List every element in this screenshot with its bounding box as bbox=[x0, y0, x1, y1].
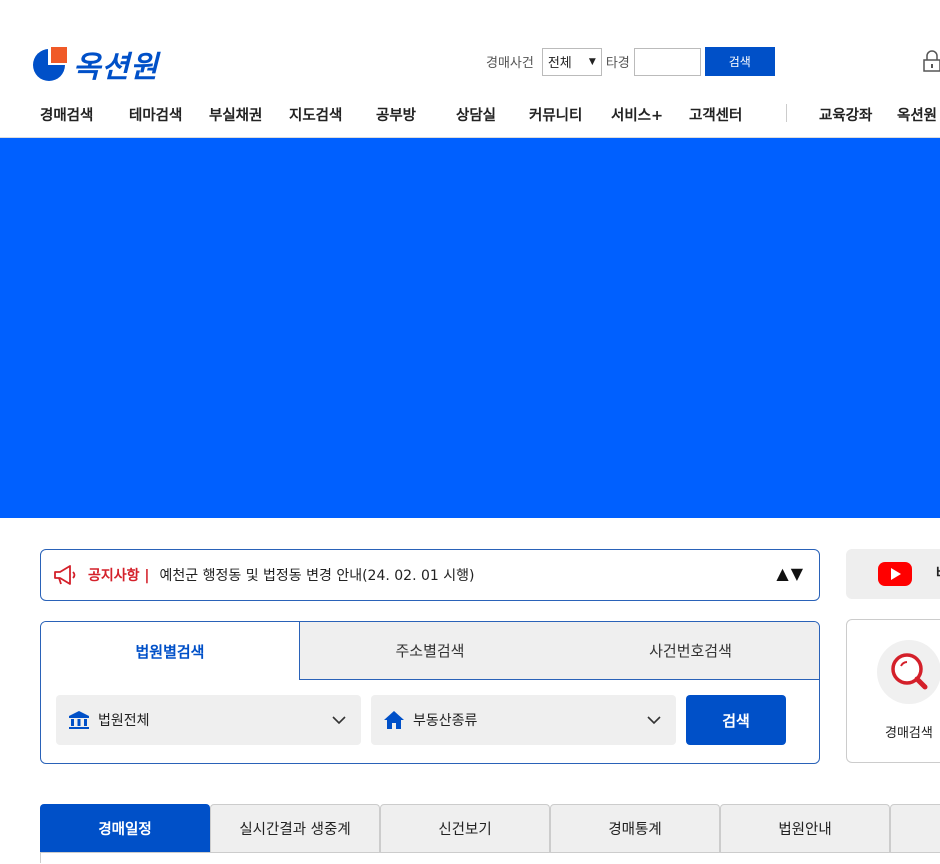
nav-item-auction-search[interactable]: 경매검색 bbox=[40, 104, 93, 125]
nav-item-community[interactable]: 커뮤니티 bbox=[529, 104, 582, 125]
nav-item-customer-center[interactable]: 고객센터 bbox=[689, 104, 742, 125]
tab-court-info[interactable]: 법원안내 bbox=[720, 804, 890, 852]
logo[interactable]: 옥션원 bbox=[33, 46, 159, 85]
nav-item-map-search[interactable]: 지도검색 bbox=[289, 104, 342, 125]
court-dropdown-label: 법원전체 bbox=[98, 713, 150, 729]
property-type-dropdown[interactable]: 부동산종류 bbox=[371, 695, 676, 745]
youtube-label: 버 bbox=[936, 563, 940, 583]
chevron-down-icon bbox=[647, 716, 661, 725]
chevron-down-icon bbox=[332, 716, 346, 725]
court-select[interactable]: 전체 ▼ bbox=[541, 47, 602, 76]
tab-new-cases[interactable]: 신건보기 bbox=[380, 804, 550, 852]
notice-title: 공지사항 | bbox=[88, 568, 150, 584]
case-search-label: 경매사건 bbox=[486, 56, 534, 71]
tab-auction-stats[interactable]: 경매통계 bbox=[550, 804, 720, 852]
quick-search-circle bbox=[877, 640, 940, 704]
notice-bar[interactable]: 공지사항 | 예천군 행정동 및 법정동 변경 안내(24. 02. 01 시행… bbox=[40, 549, 820, 601]
nav-item-consult[interactable]: 상담실 bbox=[456, 104, 496, 125]
tab-court-search[interactable]: 법원별검색 bbox=[41, 622, 300, 680]
bottom-tabs-divider bbox=[40, 852, 940, 853]
nav-item-npl[interactable]: 부실채권 bbox=[209, 104, 262, 125]
bottom-tabs: 경매일정 실시간결과 생중계 신건보기 경매통계 법원안내 bbox=[40, 804, 940, 864]
tab-more[interactable] bbox=[890, 804, 940, 852]
dropdown-arrow-icon: ▼ bbox=[588, 56, 596, 67]
case-number-input[interactable] bbox=[633, 47, 701, 76]
nav-item-service-plus[interactable]: 서비스+ bbox=[611, 104, 663, 125]
youtube-link[interactable]: 버 bbox=[846, 549, 940, 599]
notice-nav-arrows-icon[interactable]: ▲▼ bbox=[776, 564, 805, 583]
main-banner[interactable] bbox=[0, 138, 940, 518]
nav-item-education[interactable]: 교육강좌 bbox=[819, 104, 872, 125]
case-type-label: 타경 bbox=[605, 56, 630, 71]
main-nav: 경매검색 테마검색 부실채권 지도검색 공부방 상담실 커뮤니티 서비스+ 고객… bbox=[0, 102, 940, 126]
case-search-bar: 경매사건 전체 ▼ 타경 검색 bbox=[486, 47, 775, 76]
magnifier-icon bbox=[891, 653, 928, 690]
logo-text: 옥션원 bbox=[73, 50, 159, 85]
youtube-icon bbox=[878, 562, 912, 586]
logo-mark-icon bbox=[33, 47, 67, 81]
nav-item-theme-search[interactable]: 테마검색 bbox=[129, 104, 182, 125]
notice-text[interactable]: 예천군 행정동 및 법정동 변경 안내(24. 02. 01 시행) bbox=[160, 565, 475, 585]
quick-search-label: 경매검색 bbox=[885, 726, 933, 741]
lock-icon[interactable] bbox=[923, 50, 940, 72]
search-tabs: 법원별검색 주소별검색 사건번호검색 bbox=[41, 622, 819, 680]
tab-case-number-search[interactable]: 사건번호검색 bbox=[560, 622, 819, 680]
quick-auction-search[interactable]: 경매검색 bbox=[846, 619, 940, 763]
tab-address-search[interactable]: 주소별검색 bbox=[300, 622, 560, 680]
court-building-icon bbox=[69, 711, 89, 729]
search-button[interactable]: 검색 bbox=[686, 695, 786, 745]
home-icon bbox=[384, 711, 404, 729]
search-panel: 법원별검색 주소별검색 사건번호검색 법원전체 부동산종류 검색 bbox=[40, 621, 820, 764]
nav-divider bbox=[786, 104, 787, 122]
court-dropdown[interactable]: 법원전체 bbox=[56, 695, 361, 745]
tab-auction-schedule[interactable]: 경매일정 bbox=[40, 804, 210, 852]
case-search-button[interactable]: 검색 bbox=[704, 47, 775, 76]
content-frame-edge bbox=[40, 852, 41, 863]
nav-item-auctionone[interactable]: 옥션원 bbox=[897, 104, 937, 125]
tab-live-results[interactable]: 실시간결과 생중계 bbox=[210, 804, 380, 852]
megaphone-icon bbox=[54, 565, 76, 585]
nav-item-study[interactable]: 공부방 bbox=[376, 104, 416, 125]
property-type-label: 부동산종류 bbox=[413, 713, 478, 729]
